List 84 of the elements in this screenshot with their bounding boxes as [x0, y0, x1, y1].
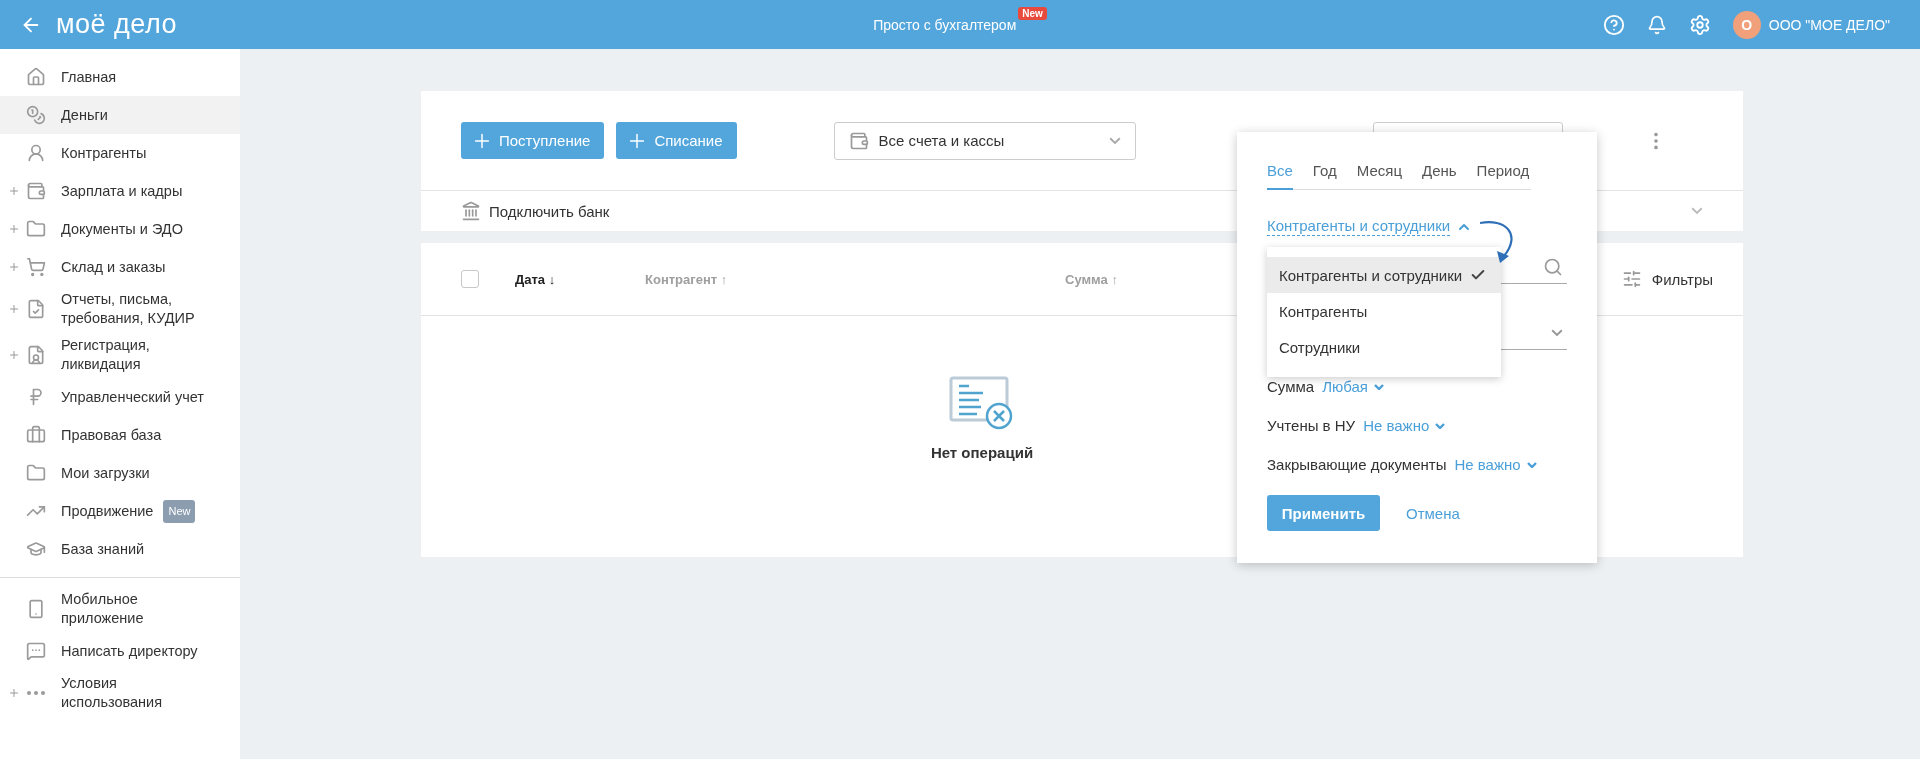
filters-button[interactable]: Фильтры [1621, 269, 1713, 289]
help-icon[interactable] [1602, 13, 1625, 36]
account-select[interactable]: Все счета и кассы [833, 121, 1136, 160]
filter-label: Учтены в НУ [1267, 417, 1356, 434]
plus-icon [8, 223, 20, 235]
filter-label: Закрывающие документы [1267, 456, 1447, 473]
period-tab[interactable]: Год [1312, 154, 1337, 190]
search-icon [1543, 256, 1563, 277]
wallet-icon [848, 130, 869, 151]
person-icon [26, 143, 46, 163]
connect-bank-link[interactable]: Подключить банк [489, 202, 610, 220]
coins-icon [26, 105, 46, 125]
sidebar-label: Мои загрузки [61, 463, 150, 483]
sidebar-label: Документы и ЭДО [61, 219, 183, 239]
sidebar-label: Управленческий учет [61, 387, 204, 407]
dots-icon [27, 691, 45, 695]
plus-icon [8, 303, 20, 315]
chat-icon [26, 641, 46, 661]
sidebar-item[interactable]: Мои загрузки [0, 454, 240, 492]
cart-icon [26, 257, 46, 277]
dropdown-option[interactable]: Контрагенты [1267, 293, 1501, 329]
sidebar-item[interactable]: Регистрация, ликвидация [0, 332, 240, 378]
plus-icon [8, 349, 20, 361]
empty-message: Нет операций [930, 444, 1034, 461]
briefcase-icon [26, 425, 46, 445]
sidebar-label: Зарплата и кадры [61, 181, 183, 201]
new-badge: New [1018, 6, 1047, 20]
filter-label: Сумма [1267, 378, 1315, 395]
sidebar-item[interactable]: Склад и заказы [0, 248, 240, 286]
sidebar-label: Правовая база [61, 425, 162, 445]
file-person-icon [26, 345, 46, 365]
sidebar-item[interactable]: Деньги [0, 96, 240, 134]
wallet-icon [26, 181, 46, 201]
folder-icon [26, 463, 46, 483]
sidebar-label: Отчеты, письма, требования, КУДИР [61, 290, 196, 328]
sidebar-label: Написать директору [61, 641, 198, 661]
sidebar-label: Склад и заказы [61, 257, 166, 277]
sidebar-item[interactable]: Отчеты, письма, требования, КУДИР [0, 286, 240, 332]
sidebar-label: Условия использования [61, 674, 164, 712]
chevron-down-icon [1691, 207, 1703, 215]
empty-document-icon [949, 376, 1015, 430]
sidebar-label: Регистрация, ликвидация [61, 336, 151, 374]
column-header[interactable]: Дата ↓ [515, 271, 645, 287]
sidebar-label: База знаний [61, 539, 145, 559]
sidebar-label: Деньги [61, 105, 108, 125]
sidebar-label: Главная [61, 67, 117, 87]
sidebar-item[interactable]: Управленческий учет [0, 378, 240, 416]
chevron-down-icon [1551, 328, 1563, 337]
sidebar-item[interactable]: Контрагенты [0, 134, 240, 172]
plus-icon [8, 185, 20, 197]
sidebar-label: Контрагенты [61, 143, 147, 163]
sidebar-label: Продвижение [61, 501, 154, 521]
period-tab[interactable]: Месяц [1356, 154, 1402, 190]
phone-icon [26, 599, 46, 619]
sidebar-item[interactable]: Зарплата и кадры [0, 172, 240, 210]
period-tab[interactable]: Период [1476, 154, 1530, 190]
folder-icon [26, 219, 46, 239]
sidebar-label: Мобильное приложение [61, 590, 145, 628]
sidebar-item[interactable]: Главная [0, 58, 240, 96]
sidebar-item[interactable]: Мобильное приложение [0, 586, 240, 632]
sidebar-item[interactable]: Правовая база [0, 416, 240, 454]
file-check-icon [26, 299, 46, 319]
sidebar-item[interactable]: Условия использования [0, 670, 240, 716]
sliders-icon [1621, 269, 1642, 289]
period-tab[interactable]: День [1422, 154, 1457, 190]
chevron-down-icon [1526, 461, 1537, 468]
sidebar-item[interactable]: Написать директору [0, 632, 240, 670]
bank-icon [461, 201, 481, 221]
chevron-down-icon [1435, 422, 1446, 429]
plus-icon [8, 687, 20, 699]
chevron-down-icon [1373, 383, 1384, 390]
sidebar-item[interactable]: Продвижение New [0, 492, 240, 530]
select-all-checkbox[interactable] [461, 270, 479, 288]
plus-icon [8, 261, 20, 273]
dropdown-option[interactable]: Сотрудники [1267, 329, 1501, 365]
settings-icon[interactable] [1688, 13, 1711, 36]
dropdown-option[interactable]: Контрагенты и сотрудники [1267, 257, 1501, 293]
chevron-down-icon [1108, 136, 1121, 145]
graduation-cap-icon [26, 539, 46, 559]
house-icon [26, 67, 46, 87]
sidebar-item[interactable]: База знаний [0, 530, 240, 568]
bell-icon[interactable] [1646, 14, 1667, 35]
sidebar-item[interactable]: Документы и ЭДО [0, 210, 240, 248]
new-badge: New [163, 499, 196, 523]
